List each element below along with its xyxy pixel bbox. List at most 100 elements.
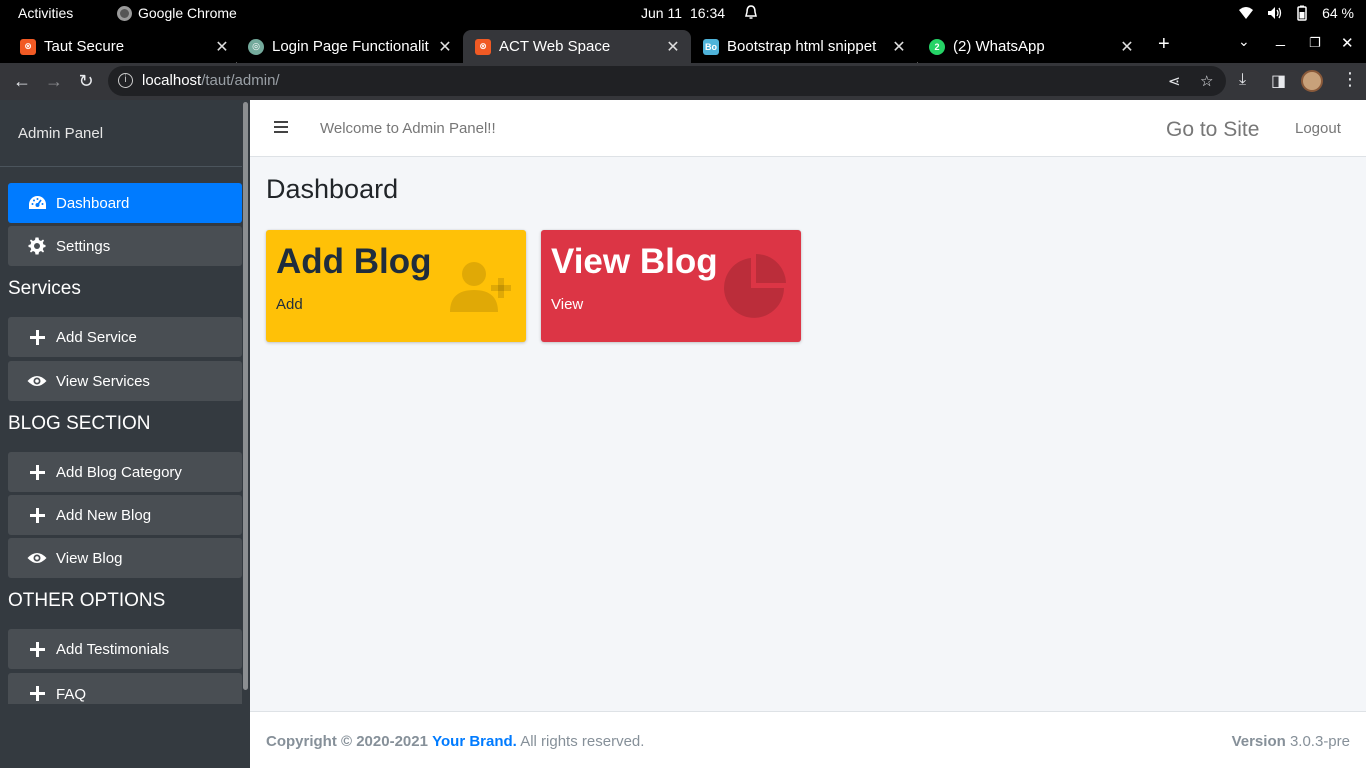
sidebar-item-label: Settings: [56, 237, 111, 255]
close-tab-icon[interactable]: ✕: [435, 37, 455, 57]
hamburger-menu-icon[interactable]: [274, 121, 288, 136]
plus-icon: [27, 683, 47, 703]
sidebar-item-add-blog-category[interactable]: Add Blog Category: [8, 452, 242, 492]
brand-footer-link[interactable]: Your Brand.: [432, 733, 517, 750]
restore-icon[interactable]: ❐: [1309, 35, 1321, 51]
reload-icon[interactable]: ↻: [74, 69, 98, 93]
chart-pie-icon: [724, 254, 786, 318]
tab-search-chevron-icon[interactable]: ⌄: [1238, 33, 1250, 50]
side-panel-icon[interactable]: ◨: [1271, 71, 1286, 91]
profile-avatar[interactable]: [1301, 70, 1323, 92]
page-footer: Copyright © 2020-2021 Your Brand. All ri…: [250, 711, 1366, 768]
close-tab-icon[interactable]: ✕: [663, 37, 683, 57]
sidebar-item-settings[interactable]: Settings: [8, 226, 242, 266]
minimize-icon[interactable]: _: [1276, 30, 1285, 48]
os-top-bar: Activities Google Chrome Jun 11 16:34 64…: [0, 0, 1366, 27]
sidebar-item-dashboard[interactable]: Dashboard: [8, 183, 242, 223]
app-name: Google Chrome: [138, 5, 237, 21]
tab-title: Taut Secure: [44, 38, 125, 55]
battery-icon: [1297, 5, 1307, 21]
close-tab-icon[interactable]: ✕: [889, 37, 909, 57]
xampp-icon: ⊗: [20, 38, 36, 55]
brand-link[interactable]: Admin Panel: [0, 100, 250, 167]
sidebar-item-label: View Blog: [56, 549, 123, 567]
tab-taut-secure[interactable]: ⊗ Taut Secure ✕: [0, 30, 240, 63]
sidebar-item-label: Add New Blog: [56, 506, 152, 524]
gear-icon: [27, 236, 47, 256]
box-link[interactable]: Add: [276, 296, 303, 313]
sidebar-item-label: Add Service: [56, 328, 137, 346]
site-info-icon[interactable]: i: [118, 73, 133, 88]
sidebar-item-view-services[interactable]: View Services: [8, 361, 242, 401]
copyright-text: Copyright © 2020-2021 Your Brand. All ri…: [266, 733, 644, 750]
main-header: Welcome to Admin Panel!! Go to Site Logo…: [250, 100, 1366, 157]
close-tab-icon[interactable]: ✕: [1117, 37, 1137, 57]
plus-icon: [27, 505, 47, 525]
sidebar-item-faq[interactable]: FAQ: [8, 673, 242, 704]
plus-icon: [27, 462, 47, 482]
battery-percent: 64 %: [1322, 5, 1354, 21]
go-to-site-link[interactable]: Go to Site: [1166, 118, 1259, 142]
tachometer-icon: [27, 193, 47, 213]
eye-icon: [27, 548, 47, 568]
back-arrow-icon[interactable]: ←: [10, 69, 34, 93]
view-blog-box[interactable]: View Blog View: [541, 230, 801, 342]
close-window-icon[interactable]: ✕: [1341, 34, 1354, 52]
activities-button[interactable]: Activities: [18, 5, 73, 21]
sidebar-item-add-new-blog[interactable]: Add New Blog: [8, 495, 242, 535]
address-bar[interactable]: i localhost/taut/admin/ ⋖ ☆: [108, 66, 1226, 96]
box-title: View Blog: [551, 242, 718, 281]
copyright-label: Copyright © 2020-2021: [266, 733, 428, 750]
nav-header-blog-section: BLOG SECTION: [8, 413, 151, 434]
sidebar-scrollbar-thumb[interactable]: [243, 102, 248, 690]
tab-whatsapp[interactable]: 2 (2) WhatsApp ✕: [917, 30, 1145, 63]
sidebar-item-add-service[interactable]: Add Service: [8, 317, 242, 357]
sidebar-item-label: Add Testimonials: [56, 640, 170, 658]
volume-icon: [1268, 7, 1282, 19]
box-title: Add Blog: [276, 242, 432, 281]
download-icon[interactable]: ⤓: [1239, 71, 1246, 89]
url-text[interactable]: localhost/taut/admin/: [142, 72, 280, 89]
sidebar-item-label: Dashboard: [56, 194, 130, 212]
share-icon[interactable]: ⋖: [1168, 72, 1181, 90]
tab-title: Login Page Functionalit: [272, 38, 429, 55]
browser-toolbar: ← → ↻ i localhost/taut/admin/ ⋖ ☆ ⤓ ◨ ⋮: [0, 63, 1366, 100]
tab-act-web-space[interactable]: ⊗ ACT Web Space ✕: [463, 30, 691, 63]
system-tray[interactable]: 64 %: [1238, 5, 1354, 21]
sidebar-item-label: View Services: [56, 372, 150, 390]
whatsapp-icon: 2: [929, 38, 945, 55]
version-number: 3.0.3-pre: [1289, 733, 1350, 750]
tab-title: (2) WhatsApp: [953, 38, 1045, 55]
web-page: Admin Panel Dashboard Settings Services …: [0, 100, 1366, 768]
logout-link[interactable]: Logout: [1295, 120, 1341, 137]
sidebar-item-add-testimonials[interactable]: Add Testimonials: [8, 629, 242, 669]
app-menu[interactable]: Google Chrome: [117, 5, 237, 21]
add-blog-box[interactable]: Add Blog Add: [266, 230, 526, 342]
date-text: Jun 11: [641, 5, 682, 21]
clock[interactable]: Jun 11 16:34: [641, 5, 725, 21]
page-title: Dashboard: [266, 174, 399, 204]
plus-icon: [27, 327, 47, 347]
alarm-icon: [745, 5, 757, 19]
chrome-icon: [117, 5, 132, 21]
brand-text: Admin Panel: [18, 125, 104, 142]
browser-tab-strip: ⊗ Taut Secure ✕ ◎ Login Page Functionali…: [0, 27, 1366, 80]
tab-login-page[interactable]: ◎ Login Page Functionalit ✕: [228, 30, 463, 63]
nav-header-other-options: OTHER OPTIONS: [8, 590, 166, 611]
chatgpt-icon: ◎: [248, 38, 264, 55]
kebab-menu-icon[interactable]: ⋮: [1341, 69, 1359, 90]
sidebar-scrollbar[interactable]: [242, 100, 250, 768]
version-text: Version 3.0.3-pre: [1232, 733, 1350, 750]
box-link[interactable]: View: [551, 296, 583, 313]
rights-text: All rights reserved.: [520, 733, 645, 750]
tab-bootstrap-snippet[interactable]: Bo Bootstrap html snippet ✕: [691, 30, 917, 63]
plus-icon: [27, 639, 47, 659]
version-label: Version: [1231, 733, 1286, 750]
forward-arrow-icon[interactable]: →: [42, 69, 66, 93]
sidebar-item-view-blog[interactable]: View Blog: [8, 538, 242, 578]
new-tab-plus-icon[interactable]: +: [1158, 33, 1170, 56]
sidebar-item-label: Add Blog Category: [56, 463, 182, 481]
bookmark-star-icon[interactable]: ☆: [1200, 72, 1213, 90]
user-plus-icon: [450, 262, 511, 312]
nav-header-services: Services: [8, 278, 81, 299]
